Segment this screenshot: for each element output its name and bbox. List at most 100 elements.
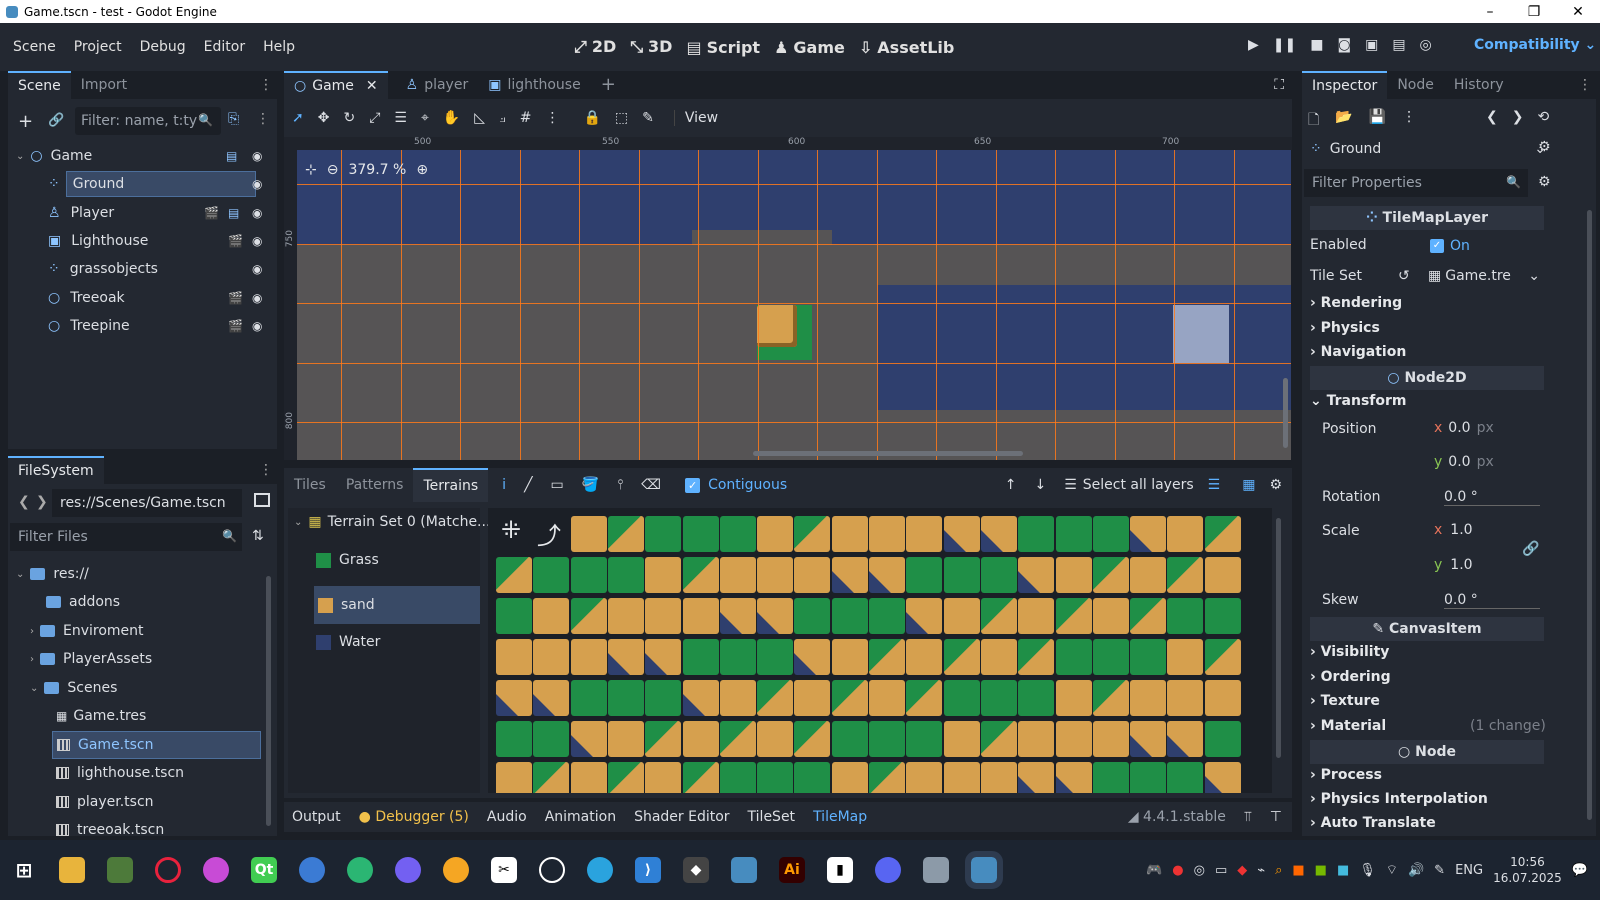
- tab-node[interactable]: Node: [1387, 71, 1444, 99]
- pause-icon[interactable]: ❚❚: [1273, 37, 1296, 53]
- filter-properties-input[interactable]: Filter Properties: [1304, 169, 1528, 197]
- prop-tileset-value[interactable]: ▦ Game.tre ⌄: [1428, 262, 1540, 290]
- terrain-tile[interactable]: [906, 598, 943, 634]
- remote-debug-icon[interactable]: ◙: [1337, 37, 1351, 53]
- palette-scrollbar[interactable]: [1276, 518, 1281, 758]
- terrain-tile[interactable]: [980, 680, 1017, 716]
- terrain-tile[interactable]: [1092, 762, 1129, 793]
- collapse-arrow-icon[interactable]: ⌄: [30, 683, 38, 694]
- new-resource-icon[interactable]: 🗋: [1308, 109, 1319, 133]
- terrain-tile[interactable]: [831, 721, 868, 757]
- illustrator-icon[interactable]: Ai: [779, 857, 805, 883]
- bottom-tab-tilemap[interactable]: TileMap: [813, 809, 867, 825]
- visibility-eye-icon[interactable]: ◉: [252, 319, 262, 333]
- draw-line-icon[interactable]: ╱: [524, 477, 532, 493]
- terrain-tile[interactable]: [1130, 721, 1167, 757]
- terrain-tile[interactable]: [943, 557, 980, 593]
- terrain-tile[interactable]: [496, 598, 532, 634]
- viber-icon[interactable]: [395, 857, 421, 883]
- terrain-tile[interactable]: [645, 557, 682, 593]
- terrain-tile[interactable]: [682, 516, 719, 552]
- scale-mode-icon[interactable]: ⤢: [369, 110, 380, 126]
- restore-button[interactable]: ❐: [1512, 4, 1556, 20]
- load-resource-icon[interactable]: 📂: [1335, 109, 1352, 133]
- section-material[interactable]: › Material: [1310, 718, 1386, 734]
- prop-enabled-toggle[interactable]: ✓ On: [1430, 238, 1470, 254]
- tab-patterns[interactable]: Patterns: [336, 468, 414, 502]
- fs-scrollbar[interactable]: [266, 576, 271, 826]
- rect-tool-icon[interactable]: ▭: [551, 477, 564, 493]
- qt-creator-icon[interactable]: Qt: [251, 857, 277, 883]
- scene-node-grassobjects[interactable]: ⁘ grassobjects ◉: [8, 255, 278, 283]
- scene-node-treepine[interactable]: ○ Treepine 🎬 ◉: [8, 312, 278, 340]
- section-navigation[interactable]: › Navigation: [1310, 344, 1406, 360]
- terrain-tile[interactable]: [906, 721, 943, 757]
- dock-menu-icon[interactable]: ⋮: [259, 456, 273, 484]
- microphone-icon[interactable]: 🎙: [1359, 863, 1376, 878]
- github-desktop-icon[interactable]: [347, 857, 373, 883]
- layer-up-icon[interactable]: ↑: [1005, 477, 1017, 493]
- tray-steam-icon[interactable]: ◎: [1194, 863, 1205, 878]
- terrain-tile[interactable]: [831, 680, 868, 716]
- play-icon[interactable]: ▶: [1248, 37, 1259, 53]
- bottom-tab-audio[interactable]: Audio: [487, 809, 527, 825]
- terrain-tile[interactable]: [869, 598, 905, 634]
- terrain-tile[interactable]: [645, 762, 682, 793]
- visibility-eye-icon[interactable]: ◉: [252, 206, 262, 220]
- terrain-tile[interactable]: [496, 762, 532, 793]
- terrain-tile[interactable]: [1055, 516, 1092, 552]
- terrain-tile[interactable]: [757, 762, 794, 793]
- terrain-tile[interactable]: [869, 516, 905, 552]
- terrain-tile[interactable]: [757, 516, 794, 552]
- terrain-tile[interactable]: [1055, 598, 1092, 634]
- terrain-tile[interactable]: [943, 721, 980, 757]
- terrain-tile[interactable]: [1130, 598, 1167, 634]
- opera-icon[interactable]: [155, 857, 181, 883]
- dock-menu-icon[interactable]: ⋮: [259, 71, 273, 99]
- minecraft-icon[interactable]: [107, 857, 133, 883]
- tray-app2-icon[interactable]: ■: [1292, 863, 1304, 878]
- tab-filesystem[interactable]: FileSystem: [8, 456, 104, 484]
- terrain-tile[interactable]: [980, 516, 1017, 552]
- path-mode-icon[interactable]: ⤴: [534, 516, 564, 550]
- terrain-tile[interactable]: [980, 598, 1017, 634]
- terrain-tile[interactable]: [1018, 557, 1055, 593]
- terrain-tile[interactable]: [1092, 516, 1129, 552]
- section-ordering[interactable]: › Ordering: [1310, 669, 1391, 685]
- terrain-tile[interactable]: [1018, 598, 1055, 634]
- zoom-level[interactable]: 379.7 %: [348, 162, 406, 178]
- terrain-tile[interactable]: [570, 762, 607, 793]
- terrain-tile[interactable]: [645, 598, 682, 634]
- expand-arrow-icon[interactable]: ›: [30, 626, 34, 637]
- section-physics[interactable]: › Physics: [1310, 320, 1380, 336]
- terrain-tile[interactable]: [570, 721, 607, 757]
- terrain-tile[interactable]: [1130, 557, 1167, 593]
- terrain-tile[interactable]: [1092, 639, 1129, 675]
- terrain-tile[interactable]: [607, 557, 644, 593]
- file-explorer-icon[interactable]: [59, 857, 85, 883]
- visibility-eye-icon[interactable]: ◉: [252, 291, 262, 305]
- fs-item-treeoak-tscn[interactable]: treeoak.tscn: [56, 816, 164, 836]
- terrain-tile[interactable]: [645, 639, 682, 675]
- terrain-tile[interactable]: [1204, 680, 1241, 716]
- history-back-icon[interactable]: ❮: [1486, 109, 1498, 125]
- terrain-tile[interactable]: [682, 557, 719, 593]
- terrain-tile[interactable]: [1167, 721, 1204, 757]
- terrain-tile[interactable]: [719, 598, 756, 634]
- revert-icon[interactable]: ↺: [1398, 268, 1410, 284]
- terrain-tile[interactable]: [1204, 598, 1241, 634]
- terrain-tile[interactable]: [496, 557, 532, 593]
- terrain-tile[interactable]: [533, 762, 570, 793]
- fs-item-res[interactable]: ⌄ res://: [16, 560, 89, 588]
- terrain-tile[interactable]: [831, 557, 868, 593]
- terrain-tile[interactable]: [533, 557, 570, 593]
- terrain-tile[interactable]: [794, 762, 831, 793]
- terrain-tile[interactable]: [1204, 721, 1241, 757]
- terrain-tile[interactable]: [943, 680, 980, 716]
- terrain-tile[interactable]: [719, 516, 756, 552]
- terrain-tile[interactable]: [682, 721, 719, 757]
- close-window-button[interactable]: ✕: [1556, 4, 1600, 20]
- fs-item-game-tres[interactable]: ▦ Game.tres: [56, 702, 146, 730]
- terrain-tile[interactable]: [943, 516, 980, 552]
- terrain-tile[interactable]: [906, 762, 943, 793]
